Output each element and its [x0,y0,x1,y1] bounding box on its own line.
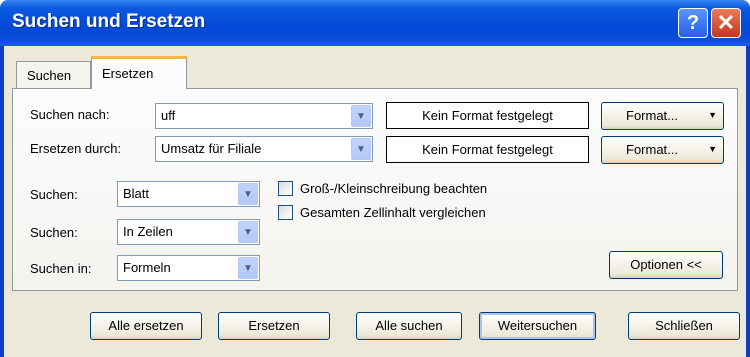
search-order-value: In Zeilen [123,224,173,239]
tab-ersetzen[interactable]: Ersetzen [91,56,187,89]
replace-label: Ersetzen durch: [30,141,122,156]
search-format-button[interactable]: Format... ▼ [601,102,724,130]
chevron-down-icon[interactable]: ▼ [238,257,258,279]
within-label: Suchen: [30,187,78,202]
match-case-checkbox[interactable] [278,181,293,196]
help-button[interactable]: ? [678,8,708,38]
chevron-down-icon[interactable]: ▼ [351,105,371,127]
match-entire-label[interactable]: Gesamten Zellinhalt vergleichen [300,205,486,220]
within-value: Blatt [123,186,150,201]
search-order-select[interactable]: In Zeilen ▼ [117,219,260,245]
window-title: Suchen und Ersetzen [12,11,206,32]
dropdown-arrow-icon: ▼ [708,110,717,120]
replace-all-button[interactable]: Alle ersetzen [90,312,202,340]
look-in-select[interactable]: Formeln ▼ [117,255,260,281]
format-button-label: Format... [626,108,679,123]
chevron-down-icon[interactable]: ▼ [351,138,371,160]
within-select[interactable]: Blatt ▼ [117,181,260,207]
question-icon: ? [686,11,700,34]
replace-format-button[interactable]: Format... ▼ [601,136,724,164]
match-entire-checkbox[interactable] [278,205,293,220]
chevron-down-icon[interactable]: ▼ [238,221,258,243]
search-input[interactable]: uff [161,108,175,123]
look-in-value: Formeln [123,260,171,275]
tab-label: Ersetzen [102,66,154,81]
replace-button[interactable]: Ersetzen [218,312,330,340]
close-button[interactable]: Schließen [628,312,740,340]
search-order-label: Suchen: [30,225,78,240]
find-replace-dialog: Suchen und Ersetzen ? ✕ Suchen Ersetzen … [0,0,750,357]
dropdown-arrow-icon: ▼ [708,144,717,154]
title-bar[interactable]: Suchen und Ersetzen ? ✕ [0,0,750,46]
replace-format-preview: Kein Format festgelegt [386,136,589,163]
replace-input[interactable]: Umsatz für Filiale [161,141,261,156]
find-all-button[interactable]: Alle suchen [356,312,462,340]
chevron-down-icon[interactable]: ▼ [238,183,258,205]
replace-combobox[interactable]: Umsatz für Filiale ▼ [155,136,373,162]
find-next-button[interactable]: Weitersuchen [479,312,596,340]
options-button[interactable]: Optionen << [609,251,723,279]
replace-panel: Suchen nach: uff ▼ Kein Format festgeleg… [12,88,738,291]
match-case-label[interactable]: Groß-/Kleinschreibung beachten [300,181,487,196]
search-format-preview: Kein Format festgelegt [386,102,589,129]
look-in-label: Suchen in: [30,261,92,276]
close-window-button[interactable]: ✕ [711,8,741,38]
search-label: Suchen nach: [30,107,110,122]
tab-suchen[interactable]: Suchen [16,61,91,88]
tab-label: Suchen [27,68,72,83]
search-combobox[interactable]: uff ▼ [155,103,373,129]
close-icon: ✕ [716,10,736,35]
dialog-body: Suchen Ersetzen Suchen nach: uff ▼ Kein … [4,46,746,357]
format-button-label: Format... [626,142,679,157]
